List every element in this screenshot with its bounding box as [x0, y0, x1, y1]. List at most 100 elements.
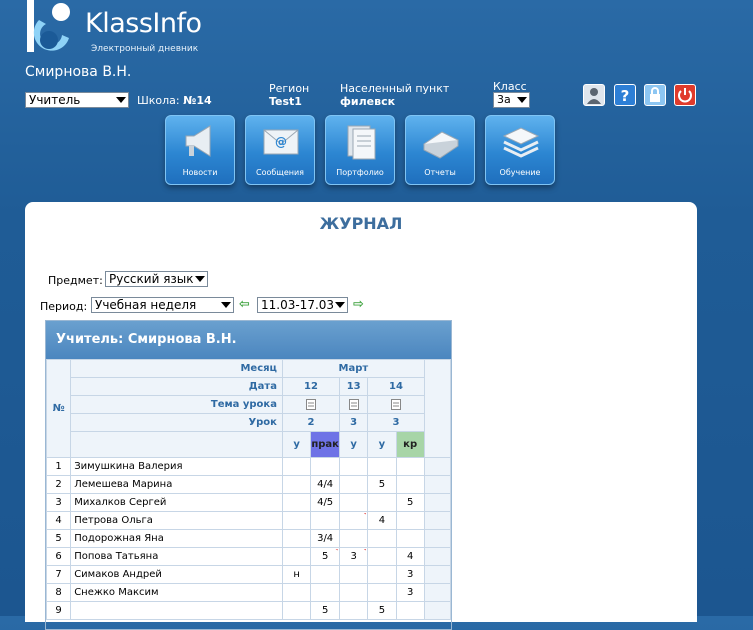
grade-value: 3/4 [317, 533, 334, 544]
grade-cell[interactable] [395, 511, 425, 530]
grade-cell[interactable] [339, 601, 369, 620]
period-select[interactable]: Учебная неделя [91, 297, 234, 313]
grade-value: 4/4 [317, 479, 334, 490]
logout-button[interactable] [674, 84, 696, 106]
envelope-icon: @ [263, 129, 299, 155]
grade-value: 5 [378, 479, 386, 490]
nav-news[interactable]: Новости [165, 115, 235, 185]
grade-cell[interactable]: 5 [367, 475, 397, 494]
stack-icon [502, 127, 540, 158]
grade-cell[interactable]: 3 ˺ [339, 547, 369, 566]
subject-select[interactable]: Русский язык [105, 271, 208, 287]
grade-cell[interactable]: 5 ˺ [310, 547, 341, 566]
student-name[interactable]: Снежко Максим [70, 583, 283, 602]
grade-value: н [293, 569, 300, 580]
grade-cell[interactable] [339, 583, 369, 602]
lesson-topic-button[interactable] [367, 395, 425, 414]
role-select-value: Учитель [29, 93, 81, 107]
grade-cell[interactable] [281, 511, 312, 530]
school-label: Школа: [137, 94, 180, 107]
grade-cell[interactable]: 3 [395, 583, 425, 602]
nav-reports[interactable]: Отчеты [405, 115, 475, 185]
grade-cell[interactable]: н [281, 565, 312, 584]
student-name[interactable]: Попова Татьяна [70, 547, 283, 566]
student-name[interactable]: Петрова Ольга [70, 511, 283, 530]
week-select-value: 11.03-17.03 [261, 298, 335, 312]
column-type[interactable]: у [281, 431, 312, 458]
subject-label: Предмет: [48, 274, 103, 287]
grade-cell[interactable]: 5 [395, 493, 425, 512]
student-name[interactable]: Михалков Сергей [70, 493, 283, 512]
grade-cell[interactable]: 3 [395, 565, 425, 584]
grade-value: 3 [406, 569, 414, 580]
week-select[interactable]: 11.03-17.03 [257, 297, 348, 313]
grade-cell[interactable] [339, 457, 369, 476]
grade-cell[interactable] [281, 475, 312, 494]
class-select[interactable]: 3а [493, 92, 530, 108]
grade-cell[interactable] [367, 547, 397, 566]
student-name[interactable] [70, 601, 283, 620]
next-week-button[interactable]: ⇨ [353, 297, 364, 312]
grade-cell[interactable]: 4/4 [310, 475, 341, 494]
grade-cell[interactable] [395, 601, 425, 620]
grade-cell[interactable] [367, 565, 397, 584]
arrow-right-icon: ⇨ [353, 297, 364, 312]
grade-cell[interactable] [281, 583, 312, 602]
grade-cell[interactable] [339, 493, 369, 512]
column-type[interactable]: у [367, 431, 397, 458]
grade-cell[interactable] [310, 565, 341, 584]
student-name[interactable]: Подорожная Яна [70, 529, 283, 548]
lesson-topic-button[interactable] [339, 395, 369, 414]
grade-cell[interactable] [395, 475, 425, 494]
grade-cell[interactable] [395, 457, 425, 476]
grade-cell[interactable] [367, 493, 397, 512]
grade-cell[interactable]: 5 [310, 601, 341, 620]
profile-button[interactable] [583, 84, 605, 106]
period-select-value: Учебная неделя [95, 298, 197, 312]
nav-portfolio[interactable]: Портфолио [325, 115, 395, 185]
column-type[interactable]: у [339, 431, 369, 458]
period-label: Период: [40, 300, 88, 313]
grade-cell[interactable] [281, 547, 312, 566]
grade-cell[interactable] [367, 583, 397, 602]
grade-cell[interactable]: 4 [367, 511, 397, 530]
journal-table-container: Учитель: Смирнова В.Н. № Месяц Март Дата… [45, 320, 452, 630]
comment-marker-icon: ˺ [363, 548, 367, 557]
grade-cell[interactable] [367, 457, 397, 476]
grade-value: 3 [350, 551, 357, 562]
grade-cell[interactable] [281, 601, 312, 620]
lock-button[interactable] [644, 84, 666, 106]
column-type[interactable]: прак [310, 431, 341, 458]
svg-text:?: ? [621, 87, 630, 105]
grade-cell[interactable]: 4/5 [310, 493, 341, 512]
grade-cell[interactable] [281, 493, 312, 512]
column-type[interactable]: кр [395, 431, 425, 458]
nav-learning[interactable]: Обучение [485, 115, 555, 185]
grade-cell[interactable] [310, 511, 341, 530]
grade-cell[interactable]: 4 [395, 547, 425, 566]
grade-cell[interactable] [339, 529, 369, 548]
grade-cell[interactable] [339, 475, 369, 494]
grade-cell[interactable] [395, 529, 425, 548]
grade-cell[interactable] [281, 529, 312, 548]
role-select[interactable]: Учитель [25, 92, 129, 108]
help-button[interactable]: ? [614, 84, 636, 106]
grade-cell[interactable] [281, 457, 312, 476]
nav-messages[interactable]: @ Сообщения [245, 115, 315, 185]
grade-cell[interactable] [339, 565, 369, 584]
chevron-down-icon [221, 302, 231, 308]
student-name[interactable]: Лемешева Марина [70, 475, 283, 494]
page-title: ЖУРНАЛ [319, 214, 403, 233]
grade-cell[interactable]: ˺ [339, 511, 369, 530]
num-header: № [46, 359, 72, 458]
student-name[interactable]: Симаков Андрей [70, 565, 283, 584]
grade-cell[interactable]: 5 [367, 601, 397, 620]
svg-text:@: @ [275, 135, 287, 149]
grade-cell[interactable] [310, 457, 341, 476]
grade-cell[interactable]: 3/4 [310, 529, 341, 548]
grade-cell[interactable] [310, 583, 341, 602]
prev-week-button[interactable]: ⇦ [239, 297, 250, 312]
grade-cell[interactable] [367, 529, 397, 548]
student-name[interactable]: Зимушкина Валерия [70, 457, 283, 476]
lesson-topic-button[interactable] [281, 395, 341, 414]
